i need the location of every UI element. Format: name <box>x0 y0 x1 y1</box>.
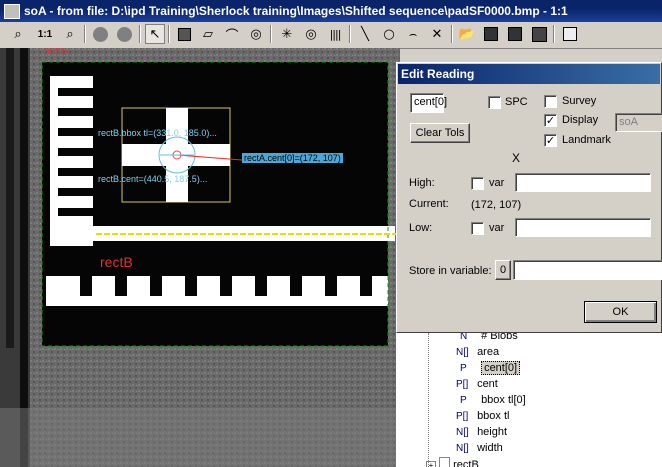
save-all-icon[interactable] <box>529 24 549 44</box>
current-label: Current: <box>409 198 449 210</box>
readings-tree[interactable]: N # Blobs N[] area P cent[0] P[] cent P … <box>396 333 662 467</box>
arrow-select-icon[interactable]: ↖ <box>145 24 165 44</box>
display-target-field: soA <box>615 113 662 132</box>
low-var-label: var <box>489 222 505 234</box>
spc-label: SPC <box>505 96 528 108</box>
tree-item-rectb[interactable]: + rectB <box>426 457 479 467</box>
ok-button[interactable]: OK <box>584 301 657 323</box>
roi-label-rectb: rectB <box>100 254 133 270</box>
high-input[interactable] <box>515 173 651 192</box>
tree-item[interactable]: N[] width <box>456 442 503 454</box>
open-folder-icon[interactable]: 📂 <box>457 24 477 44</box>
app-icon <box>4 4 20 19</box>
image-view[interactable]: rectB rectB rectB.bbox tl=(331.0, 185.0)… <box>0 48 400 467</box>
store-variable-input[interactable] <box>513 260 662 280</box>
survey-checkbox[interactable] <box>544 95 557 108</box>
save-icon[interactable] <box>481 24 501 44</box>
landmark-label: Landmark <box>562 134 611 146</box>
display-label: Display <box>562 114 599 126</box>
window-title: soA - from file: D:\ipd Training\Sherloc… <box>24 4 568 18</box>
edit-reading-dialog: Edit Reading cent[0] Clear Tols SPC Surv… <box>396 62 662 333</box>
display-checkbox[interactable]: ✓ <box>544 114 557 127</box>
current-value: (172, 107) <box>471 199 522 211</box>
gray-circle-icon-2[interactable] <box>114 24 134 44</box>
reading-tag: rectA.cent[0]=(172, 107) <box>242 153 343 163</box>
high-var-checkbox[interactable] <box>471 177 484 190</box>
store-index-button[interactable]: 0 <box>495 260 511 280</box>
spc-checkbox[interactable] <box>488 96 501 109</box>
circles-tool-icon[interactable]: ◎ <box>301 24 321 44</box>
inspection-image <box>0 48 400 467</box>
gray-circle-icon[interactable] <box>90 24 110 44</box>
arc-tool-icon[interactable]: ⌒ <box>222 24 242 44</box>
properties-icon[interactable] <box>560 24 580 44</box>
bbox-readout: rectB.bbox tl=(331.0, 185.0)... <box>98 128 217 138</box>
low-input[interactable] <box>515 218 651 237</box>
tree-item[interactable]: P[] cent <box>456 378 498 390</box>
title-bar: soA - from file: D:\ipd Training\Sherloc… <box>0 0 662 22</box>
rake-tool-icon[interactable]: |||| <box>325 24 345 44</box>
reading-name-field[interactable]: cent[0] <box>410 93 447 113</box>
annulus-tool-icon[interactable]: ◎ <box>246 24 266 44</box>
store-in-variable-label: Store in variable: <box>409 265 492 277</box>
tree-item[interactable]: N[] area <box>456 346 499 358</box>
tree-item[interactable]: N # Blobs <box>460 333 518 342</box>
zoom-level-button[interactable]: 1:1 <box>35 24 55 44</box>
clear-tols-button[interactable]: Clear Tols <box>410 123 470 143</box>
save-as-icon[interactable] <box>505 24 525 44</box>
roi-label-top: rectB <box>44 48 68 57</box>
dialog-title: Edit Reading <box>398 64 660 84</box>
zoom-search-icon[interactable]: ⌕ <box>8 24 28 44</box>
high-label: High: <box>409 177 435 189</box>
high-var-label: var <box>489 177 505 189</box>
point-tool-icon[interactable]: ✕ <box>427 24 447 44</box>
curve-tool-icon[interactable]: ⌢ <box>403 24 423 44</box>
circle-tool-icon[interactable]: ○ <box>379 24 399 44</box>
cent-readout: rectB.cent=(440.5, 187.5)... <box>98 174 208 184</box>
toolbar: ⌕ 1:1 ⌕ ↖ ▱ ⌒ ◎ ✳ ◎ |||| ╲ ○ ⌢ ✕ 📂 <box>0 22 662 49</box>
spoke-tool-icon[interactable]: ✳ <box>277 24 297 44</box>
line-tool-icon[interactable]: ╲ <box>355 24 375 44</box>
zoom-in-icon[interactable]: ⌕ <box>60 24 80 44</box>
low-label: Low: <box>409 222 433 234</box>
survey-label: Survey <box>562 95 597 107</box>
tree-item[interactable]: P[] bbox tl <box>456 410 509 422</box>
tree-item-selected[interactable]: P cent[0] <box>460 361 521 375</box>
tree-item[interactable]: P bbox tl[0] <box>460 394 526 406</box>
landmark-checkbox[interactable]: ✓ <box>544 134 557 147</box>
parallelogram-tool-icon[interactable]: ▱ <box>198 24 218 44</box>
rectangle-tool-icon[interactable] <box>174 24 194 44</box>
tree-item[interactable]: N[] height <box>456 426 507 438</box>
low-var-checkbox[interactable] <box>471 222 484 235</box>
close-x-icon: X <box>512 151 521 165</box>
